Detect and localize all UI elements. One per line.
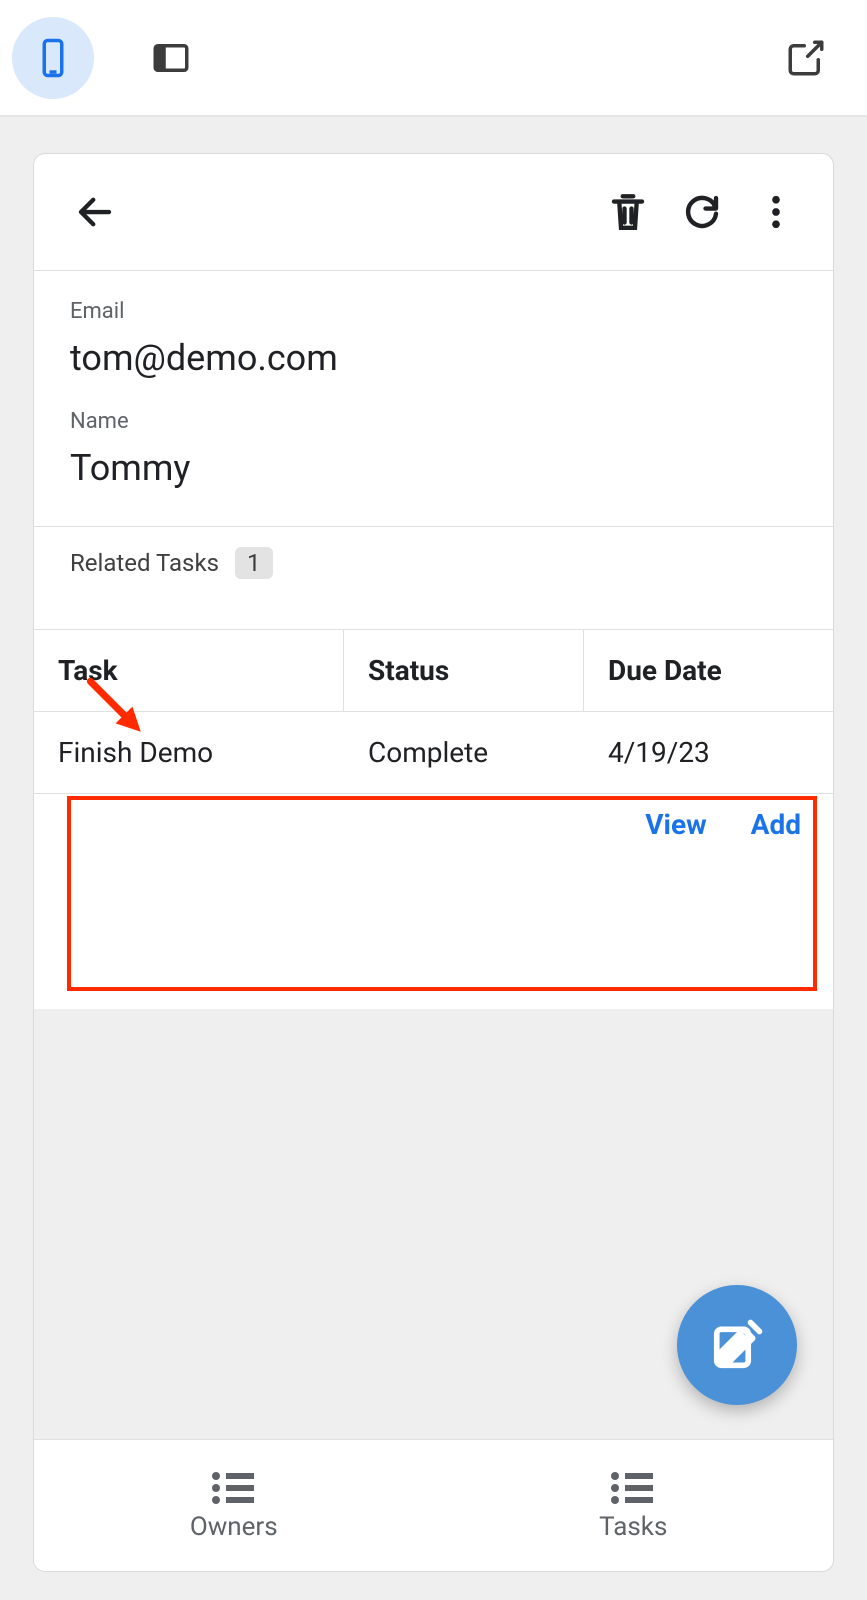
refresh-icon (681, 191, 723, 233)
app-header (34, 154, 833, 271)
email-value: tom@demo.com (70, 337, 797, 380)
preview-area: Email tom@demo.com Name Tommy Related Ta… (0, 117, 867, 1600)
view-button[interactable]: View (645, 808, 706, 841)
detail-section: Email tom@demo.com Name Tommy (34, 271, 833, 490)
edit-fab[interactable] (677, 1285, 797, 1405)
col-header-status: Status (344, 630, 584, 711)
nav-tasks-label: Tasks (599, 1512, 667, 1542)
name-field: Name Tommy (70, 381, 797, 491)
open-external-icon (785, 37, 827, 79)
table-header-row: Task Status Due Date (34, 630, 833, 712)
email-field: Email tom@demo.com (70, 271, 797, 381)
tablet-preview-button[interactable] (130, 17, 212, 99)
preview-toolbar (0, 0, 867, 117)
edit-icon (710, 1318, 764, 1372)
nav-owners[interactable]: Owners (34, 1440, 434, 1571)
arrow-left-icon (74, 191, 116, 233)
tasks-table: Task Status Due Date Finish Demo Complet… (34, 629, 833, 794)
related-tasks-count: 1 (235, 547, 273, 579)
name-label: Name (70, 409, 797, 435)
app-frame: Email tom@demo.com Name Tommy Related Ta… (33, 153, 834, 1572)
more-vertical-icon (755, 191, 797, 233)
more-menu-button[interactable] (739, 175, 813, 249)
related-tasks-label: Related Tasks (70, 549, 219, 577)
col-header-due: Due Date (584, 630, 833, 711)
delete-button[interactable] (591, 175, 665, 249)
phone-preview-button[interactable] (12, 17, 94, 99)
tablet-icon (150, 37, 192, 79)
related-tasks-header: Related Tasks 1 (34, 527, 833, 579)
cell-task: Finish Demo (34, 712, 344, 793)
add-button[interactable]: Add (751, 808, 801, 841)
phone-icon (32, 37, 74, 79)
table-row[interactable]: Finish Demo Complete 4/19/23 (34, 712, 833, 794)
nav-owners-label: Owners (190, 1512, 278, 1542)
cell-due: 4/19/23 (584, 712, 833, 793)
cell-status: Complete (344, 712, 584, 793)
bottom-nav: Owners Tasks (34, 1439, 833, 1571)
trash-icon (607, 191, 649, 233)
list-icon (609, 1470, 657, 1506)
email-label: Email (70, 299, 797, 325)
col-header-task: Task (34, 630, 344, 711)
list-icon (210, 1470, 258, 1506)
table-actions: View Add (34, 794, 833, 841)
refresh-button[interactable] (665, 175, 739, 249)
nav-tasks[interactable]: Tasks (434, 1440, 834, 1571)
open-external-button[interactable] (765, 17, 847, 99)
back-button[interactable] (58, 175, 132, 249)
name-value: Tommy (70, 447, 797, 490)
